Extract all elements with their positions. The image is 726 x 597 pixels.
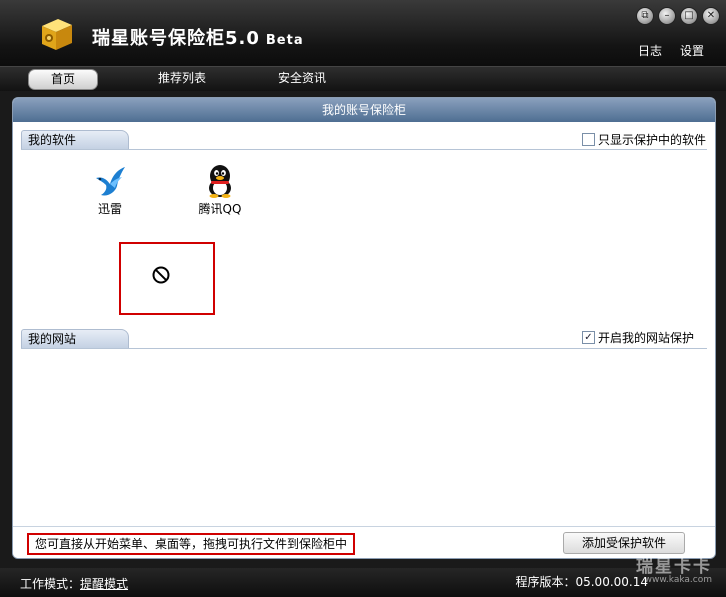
my-software-tab: 我的软件 — [21, 130, 129, 149]
drop-target-highlight — [119, 242, 215, 315]
top-links: 日志 设置 — [638, 42, 704, 59]
drag-hint-text: 您可直接从开始菜单、桌面等，拖拽可执行文件到保险柜中 — [27, 533, 356, 555]
title-bar: 瑞星账号保险柜5.0 Beta ⧉ – □ ✕ 日志 设置 — [0, 0, 726, 66]
work-mode-link[interactable]: 提醒模式 — [80, 577, 128, 591]
my-websites-tab: 我的网站 — [21, 329, 129, 348]
app-title: 瑞星账号保险柜5.0 Beta — [92, 24, 304, 50]
work-mode: 工作模式：提醒模式 — [20, 575, 128, 592]
window-controls: ⧉ – □ ✕ — [636, 7, 720, 25]
main-panel: 我的账号保险柜 我的软件 只显示保护中的软件 迅雷 腾讯QQ 我的网站 ✓ 开启… — [12, 97, 716, 559]
no-drop-icon — [152, 266, 170, 284]
show-protected-only-checkbox[interactable]: 只显示保护中的软件 — [582, 131, 706, 148]
program-version: 程序版本：05.00.00.14 — [515, 573, 648, 590]
software-item-qq[interactable]: 腾讯QQ — [190, 164, 250, 217]
section-divider — [21, 149, 707, 150]
show-protected-only-label: 只显示保护中的软件 — [598, 133, 707, 147]
tab-recommended-list[interactable]: 推荐列表 — [148, 69, 216, 88]
software-item-xunlei[interactable]: 迅雷 — [80, 166, 140, 217]
status-bar: 工作模式：提醒模式 程序版本：05.00.00.14 — [0, 568, 726, 597]
tab-home[interactable]: 首页 — [28, 69, 98, 90]
app-beta-label: Beta — [265, 33, 304, 48]
xunlei-bird-icon — [96, 167, 125, 196]
restore-icon[interactable]: ⧉ — [636, 7, 654, 25]
watermark-text: 瑞星卡卡 — [636, 557, 712, 577]
safe-logo-icon — [42, 19, 72, 50]
watermark-url: www.kaka.com — [644, 575, 712, 585]
software-label: 迅雷 — [97, 202, 122, 216]
log-link[interactable]: 日志 — [638, 42, 662, 59]
app-window: 瑞星账号保险柜5.0 Beta ⧉ – □ ✕ 日志 设置 首页 推荐列表 安全资… — [0, 0, 726, 597]
work-mode-label: 工作模式： — [20, 577, 81, 591]
add-protected-software-button[interactable]: 添加受保护软件 — [563, 532, 685, 554]
maximize-icon[interactable]: □ — [680, 7, 698, 25]
section-divider — [21, 348, 707, 349]
app-title-text: 瑞星账号保险柜5.0 — [92, 28, 260, 49]
software-label: 腾讯QQ — [198, 202, 242, 216]
tab-security-news[interactable]: 安全资讯 — [268, 69, 336, 88]
close-icon[interactable]: ✕ — [702, 7, 720, 25]
version-label: 程序版本： — [515, 575, 576, 589]
enable-website-protection-label: 开启我的网站保护 — [598, 331, 695, 345]
qq-penguin-icon — [209, 165, 231, 198]
checkbox-box[interactable]: ✓ — [582, 331, 595, 344]
enable-website-protection-checkbox[interactable]: ✓ 开启我的网站保护 — [582, 329, 694, 346]
minimize-icon[interactable]: – — [658, 7, 676, 25]
nav-bar: 首页 推荐列表 安全资讯 — [0, 66, 726, 91]
checkbox-box[interactable] — [582, 133, 595, 146]
bottom-bar: 您可直接从开始菜单、桌面等，拖拽可执行文件到保险柜中 添加受保护软件 — [13, 526, 715, 558]
settings-link[interactable]: 设置 — [680, 42, 704, 59]
watermark-logo: 瑞星卡卡 www.kaka.com — [636, 552, 712, 585]
panel-title: 我的账号保险柜 — [13, 98, 715, 122]
